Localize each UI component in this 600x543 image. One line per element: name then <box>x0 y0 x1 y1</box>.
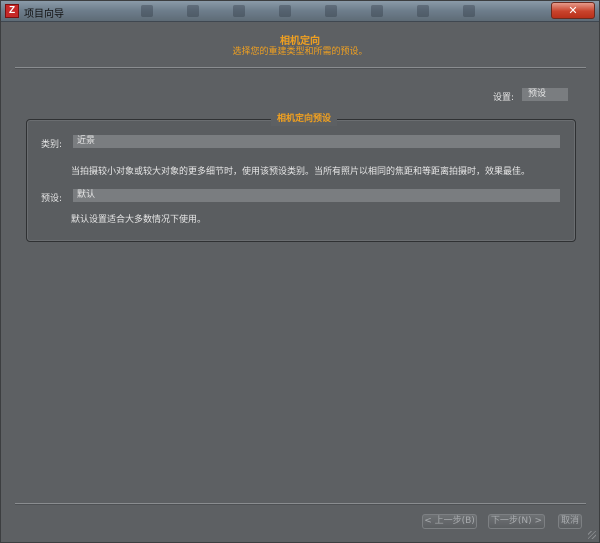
preset-dropdown[interactable]: 默认 <box>73 189 560 202</box>
toolbar-icon <box>371 5 383 17</box>
toolbar-icon <box>463 5 475 17</box>
page-subtitle: 选择您的重建类型和所需的预设。 <box>232 47 368 57</box>
preset-description: 默认设置适合大多数情况下使用。 <box>71 215 207 225</box>
back-button[interactable]: < 上一步(B) <box>422 514 477 529</box>
toolbar-icon <box>279 5 291 17</box>
next-button[interactable]: 下一步(N) > <box>488 514 545 529</box>
wizard-window: Z 项目向导 ✕ 相机定向 选择您的重建类型和所需的预设。 设置: 预设 相机定… <box>0 0 600 543</box>
title-bar[interactable]: Z 项目向导 ✕ <box>1 1 599 22</box>
close-button[interactable]: ✕ <box>551 2 595 19</box>
window-title: 项目向导 <box>24 9 64 20</box>
toolbar-icon <box>233 5 245 17</box>
app-logo-icon: Z <box>5 4 19 18</box>
cancel-button[interactable]: 取消 <box>558 514 582 529</box>
category-dropdown[interactable]: 近景 <box>73 135 560 148</box>
category-label: 类别: <box>41 140 63 150</box>
category-description: 当拍摄较小对象或较大对象的更多细节时，使用该预设类别。当所有照片以相同的焦距和等… <box>71 167 531 177</box>
group-title: 相机定向预设 <box>271 112 338 126</box>
resize-grip-icon[interactable] <box>588 531 596 539</box>
header-divider <box>15 67 586 69</box>
toolbar-icon <box>187 5 199 17</box>
preset-label: 预设: <box>41 194 63 204</box>
settings-dropdown[interactable]: 预设 <box>522 88 568 101</box>
toolbar-icon <box>325 5 337 17</box>
toolbar-icon <box>141 5 153 17</box>
settings-label: 设置: <box>493 93 515 103</box>
toolbar-icon <box>417 5 429 17</box>
footer-divider <box>15 503 586 505</box>
